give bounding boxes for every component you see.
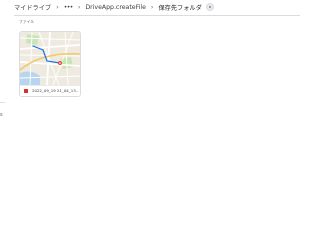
breadcrumb-current-folder[interactable]: 保存先フォルダ bbox=[158, 3, 201, 12]
section-heading-files: ファイル bbox=[19, 19, 35, 24]
chevron-right-icon: › bbox=[77, 3, 81, 11]
breadcrumb-parent-folder[interactable]: DriveApp.createFile bbox=[85, 4, 146, 11]
side-panel-text: s bbox=[0, 112, 3, 118]
breadcrumb-my-drive[interactable]: マイドライブ bbox=[14, 3, 51, 12]
file-name: 2022_09_19 21_04_13... bbox=[32, 88, 78, 93]
chevron-right-icon: › bbox=[150, 3, 154, 11]
file-card-footer: 2022_09_19 21_04_13... bbox=[20, 85, 80, 96]
image-file-icon bbox=[24, 89, 28, 93]
header-divider bbox=[14, 15, 300, 16]
shared-folder-icon[interactable] bbox=[205, 3, 214, 11]
file-card[interactable]: 2022_09_19 21_04_13... bbox=[19, 31, 81, 97]
breadcrumb-more-button[interactable]: ••• bbox=[64, 4, 74, 11]
chevron-right-icon: › bbox=[56, 3, 59, 11]
breadcrumb: マイドライブ › ••• › DriveApp.createFile › 保存先… bbox=[14, 0, 214, 14]
side-panel-divider bbox=[0, 102, 5, 103]
map-thumbnail-image bbox=[20, 32, 80, 85]
